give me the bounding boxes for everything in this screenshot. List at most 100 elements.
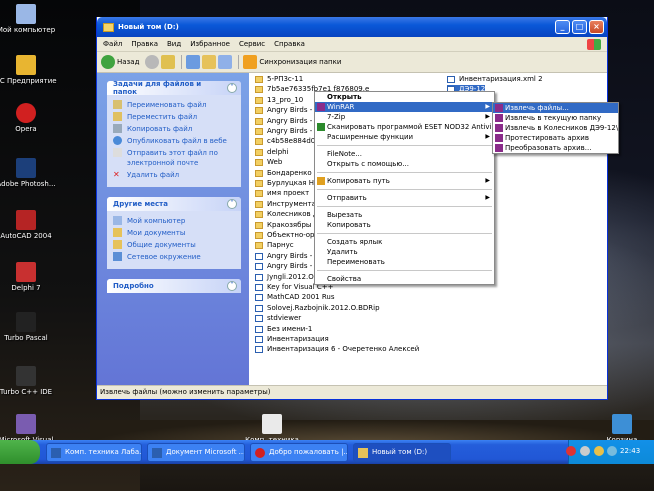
- back-arrow-icon[interactable]: [101, 55, 115, 69]
- file-list-item[interactable]: Инвентаризация 6 - Очеретенко Алексей: [255, 345, 419, 354]
- desktop-icon-delphi[interactable]: Delphi 7: [0, 262, 58, 292]
- taskbar-task-document[interactable]: Документ Microsoft ...: [147, 443, 245, 462]
- context-menu-item[interactable]: FileNote...: [315, 149, 494, 159]
- file-list-item[interactable]: Парнус: [255, 241, 294, 250]
- taskbar-task-opera[interactable]: Добро пожаловать |...: [250, 443, 348, 462]
- context-menu-item[interactable]: Вырезать: [315, 210, 494, 220]
- file-list-item[interactable]: Angry Birds - Se: [255, 106, 323, 115]
- desktop-icon-turbo-cpp[interactable]: Turbo C++ IDE: [0, 366, 58, 396]
- details-header[interactable]: Подробно ˅: [107, 279, 241, 293]
- tray-language-icon[interactable]: [580, 446, 590, 456]
- expand-chevron-icon[interactable]: ˅: [227, 281, 237, 291]
- forward-arrow-icon[interactable]: [145, 55, 160, 69]
- views-icon[interactable]: [218, 55, 233, 69]
- context-menu-item[interactable]: Копировать путь ▶: [315, 176, 494, 186]
- task-rename[interactable]: Переименовать файл: [113, 100, 235, 110]
- winrar-submenu-label: Извлечь в Колесников ДЭ9-12\: [505, 124, 619, 132]
- desktop-icon-my-computer[interactable]: Мой компьютер: [0, 4, 58, 34]
- desktop-icon-turbo-pascal[interactable]: Turbo Pascal: [0, 312, 58, 342]
- winrar-submenu-item[interactable]: Извлечь файлы...: [493, 103, 618, 113]
- context-menu-item[interactable]: 7-Zip ▶: [315, 112, 494, 122]
- menu-edit[interactable]: Правка: [131, 40, 158, 48]
- tray-network-icon[interactable]: [607, 446, 617, 456]
- file-list-item[interactable]: delphi: [255, 148, 289, 157]
- winrar-submenu-item[interactable]: Извлечь в текущую папку: [493, 113, 618, 123]
- context-menu-item[interactable]: Копировать: [315, 220, 494, 230]
- opera-icon: [255, 448, 265, 458]
- file-list-item[interactable]: Кракозябры: [255, 221, 311, 230]
- task-label: Переименовать файл: [127, 101, 207, 109]
- back-button[interactable]: Назад: [117, 58, 139, 66]
- other-places-title: Другие места: [113, 200, 168, 208]
- place-my-documents[interactable]: Мои документы: [113, 228, 235, 238]
- menu-tools[interactable]: Сервис: [239, 40, 265, 48]
- taskbar-task-explorer[interactable]: Новый том (D:): [353, 443, 451, 462]
- folders-icon[interactable]: [202, 55, 217, 69]
- context-menu-item[interactable]: Открыть с помощью...: [315, 159, 494, 169]
- context-menu-item[interactable]: WinRAR ▶: [315, 102, 494, 112]
- tray-volume-icon[interactable]: [594, 446, 604, 456]
- menu-file[interactable]: Файл: [103, 40, 122, 48]
- minimize-button[interactable]: _: [555, 20, 570, 34]
- context-menu-item[interactable]: Сканировать программой ESET NOD32 Antivi…: [315, 122, 502, 132]
- other-places-header[interactable]: Другие места ˄: [107, 197, 241, 211]
- winrar-submenu-item[interactable]: Преобразовать архив...: [493, 143, 618, 153]
- desktop-icon-1c[interactable]: 1С Предприятие: [0, 55, 58, 85]
- file-name: Бурлуцкая Н: [267, 179, 314, 187]
- folder-up-icon[interactable]: [161, 55, 176, 69]
- context-menu-item[interactable]: Расширенные функции ▶: [315, 132, 494, 142]
- file-list-item[interactable]: имя проект: [255, 189, 309, 198]
- place-shared-documents[interactable]: Общие документы: [113, 240, 235, 250]
- desktop-icon-opera[interactable]: Opera: [0, 103, 58, 133]
- task-label: Документ Microsoft ...: [166, 448, 245, 456]
- place-my-computer[interactable]: Мой компьютер: [113, 216, 235, 226]
- file-list-item[interactable]: Бурлуцкая Н: [255, 179, 314, 188]
- taskbar-task-lab[interactable]: Комп. техника Лаба...: [46, 443, 142, 462]
- menu-help[interactable]: Справка: [274, 40, 305, 48]
- file-list-item[interactable]: stdviewer: [255, 314, 301, 323]
- file-list-item[interactable]: Инвентаризация.xml 2: [447, 75, 543, 84]
- task-email[interactable]: Отправить этот файл по электронной почте: [113, 148, 235, 168]
- task-publish[interactable]: Опубликовать файл в вебе: [113, 136, 235, 146]
- file-list-item[interactable]: 13_pro_10: [255, 96, 303, 105]
- winrar-submenu-item[interactable]: Протестировать архив: [493, 133, 618, 143]
- context-menu-item[interactable]: Открыть: [315, 92, 494, 102]
- context-menu-item[interactable]: Создать ярлык: [315, 237, 494, 247]
- desktop-icon-photoshop[interactable]: Adobe Photosh...: [0, 158, 58, 188]
- file-list-item[interactable]: Solovej.Razbojnik.2012.O.BDRip: [255, 304, 380, 313]
- sync-icon[interactable]: [243, 55, 258, 69]
- tray-antivirus-icon[interactable]: [566, 446, 576, 456]
- close-button[interactable]: ×: [589, 20, 604, 34]
- winrar-submenu-item[interactable]: Извлечь в Колесников ДЭ9-12\: [493, 123, 618, 133]
- maximize-button[interactable]: □: [572, 20, 587, 34]
- file-list-item[interactable]: Колесников ДЭ: [255, 210, 323, 219]
- file-list-item[interactable]: Инвентаризация: [255, 335, 329, 344]
- search-icon[interactable]: [186, 55, 201, 69]
- task-move[interactable]: Переместить файл: [113, 112, 235, 122]
- window-titlebar[interactable]: Новый том (D:) _ □ ×: [97, 17, 607, 37]
- context-menu-item[interactable]: Отправить ▶: [315, 193, 494, 203]
- task-delete[interactable]: ✕ Удалить файл: [113, 170, 235, 180]
- menu-separator: [317, 233, 492, 234]
- file-icon: [255, 325, 263, 333]
- desktop-icon-autocad[interactable]: AutoCAD 2004: [0, 210, 58, 240]
- file-list-item[interactable]: Web: [255, 158, 282, 167]
- file-list-item[interactable]: MathCAD 2001 Rus: [255, 293, 334, 302]
- menu-view[interactable]: Вид: [167, 40, 181, 48]
- file-list-item[interactable]: Без имени-1: [255, 325, 312, 334]
- task-copy[interactable]: Копировать файл: [113, 124, 235, 134]
- menu-favorites[interactable]: Избранное: [190, 40, 230, 48]
- context-menu-label: Вырезать: [327, 211, 363, 219]
- file-list-item[interactable]: Jyngli.2012.O.Т: [255, 273, 320, 282]
- file-tasks-header[interactable]: Задачи для файлов и папок ˄: [107, 80, 241, 96]
- context-menu-item[interactable]: Свойства: [315, 274, 494, 284]
- context-menu-item[interactable]: Переименовать: [315, 257, 494, 267]
- desktop-icon-label: Opera: [15, 125, 37, 133]
- collapse-chevron-icon[interactable]: ˄: [227, 83, 237, 93]
- collapse-chevron-icon[interactable]: ˄: [227, 199, 237, 209]
- start-button[interactable]: [0, 440, 40, 464]
- place-network[interactable]: Сетевое окружение: [113, 252, 235, 262]
- file-list-item[interactable]: 5-РП3с-11: [255, 75, 303, 84]
- sync-folder-button[interactable]: Синхронизация папки: [259, 58, 341, 66]
- context-menu-item[interactable]: Удалить: [315, 247, 494, 257]
